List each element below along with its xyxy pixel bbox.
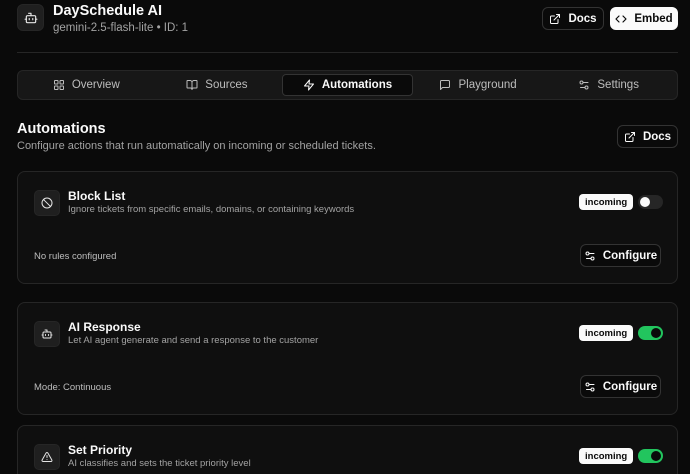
alert-triangle-icon xyxy=(41,452,53,462)
card-footer-status: No rules configured xyxy=(34,251,117,262)
configure-label: Configure xyxy=(602,249,658,262)
header-docs-button[interactable]: Docs xyxy=(542,7,604,30)
card-description: Ignore tickets from specific emails, dom… xyxy=(68,204,355,215)
tab-bar: Overview Sources Automations Playground … xyxy=(17,70,678,100)
tab-automations[interactable]: Automations xyxy=(282,74,413,96)
tab-settings[interactable]: Settings xyxy=(543,74,674,96)
section-docs-label: Docs xyxy=(642,130,672,143)
card-footer-status: Mode: Continuous xyxy=(34,382,112,393)
enable-toggle[interactable] xyxy=(638,449,663,463)
external-link-icon xyxy=(550,13,561,24)
bot-icon xyxy=(24,12,37,23)
enable-toggle[interactable] xyxy=(638,195,663,209)
card-description: Let AI agent generate and send a respons… xyxy=(68,335,319,346)
tab-sources-label: Sources xyxy=(205,79,248,91)
book-icon xyxy=(186,80,198,90)
chat-icon xyxy=(440,80,451,90)
trigger-badge: incoming xyxy=(579,325,634,341)
automation-card-set-priority: Set Priority AI classifies and sets the … xyxy=(17,425,678,474)
configure-label: Configure xyxy=(602,380,658,393)
card-icon-box xyxy=(34,321,60,347)
zap-icon xyxy=(303,79,314,91)
card-icon-box xyxy=(34,444,60,470)
header-divider xyxy=(17,52,678,53)
card-description: AI classifies and sets the ticket priori… xyxy=(68,458,251,469)
tab-playground-label: Playground xyxy=(458,79,517,91)
tab-settings-label: Settings xyxy=(597,79,639,91)
trigger-badge: incoming xyxy=(579,194,634,210)
sliders-icon xyxy=(579,80,589,90)
card-icon-box xyxy=(34,190,60,216)
external-link-icon xyxy=(624,131,635,142)
embed-label: Embed xyxy=(634,12,673,25)
section-title: Automations xyxy=(17,121,106,137)
sliders-icon xyxy=(585,251,595,260)
tab-overview[interactable]: Overview xyxy=(21,74,152,96)
separator-dot: • xyxy=(156,22,161,34)
trigger-badge: incoming xyxy=(579,448,634,464)
app-title: DaySchedule AI xyxy=(53,3,163,19)
card-title: Block List xyxy=(68,189,126,203)
code-icon xyxy=(615,14,627,23)
configure-button[interactable]: Configure xyxy=(580,375,661,398)
app-avatar xyxy=(17,4,44,31)
bot-icon xyxy=(41,329,53,339)
app-subtitle: gemini-2.5-flash-lite • ID: 1 xyxy=(53,22,188,34)
card-title: Set Priority xyxy=(68,443,133,457)
sliders-icon xyxy=(585,382,595,391)
tab-automations-label: Automations xyxy=(321,79,393,91)
tab-overview-label: Overview xyxy=(71,79,120,91)
enable-toggle[interactable] xyxy=(638,326,663,340)
grid-icon xyxy=(53,80,64,90)
app-id: ID: 1 xyxy=(163,22,189,34)
model-name: gemini-2.5-flash-lite xyxy=(53,22,154,34)
card-title: AI Response xyxy=(68,320,141,334)
section-docs-button[interactable]: Docs xyxy=(617,125,678,148)
automation-card-block-list: Block List Ignore tickets from specific … xyxy=(17,171,678,284)
tab-playground[interactable]: Playground xyxy=(413,74,544,96)
configure-button[interactable]: Configure xyxy=(580,244,661,267)
section-subtitle: Configure actions that run automatically… xyxy=(17,140,376,152)
tab-sources[interactable]: Sources xyxy=(152,74,283,96)
embed-button[interactable]: Embed xyxy=(610,7,678,30)
header-docs-label: Docs xyxy=(568,12,597,25)
automation-card-ai-response: AI Response Let AI agent generate and se… xyxy=(17,302,678,415)
ban-icon xyxy=(41,197,53,209)
